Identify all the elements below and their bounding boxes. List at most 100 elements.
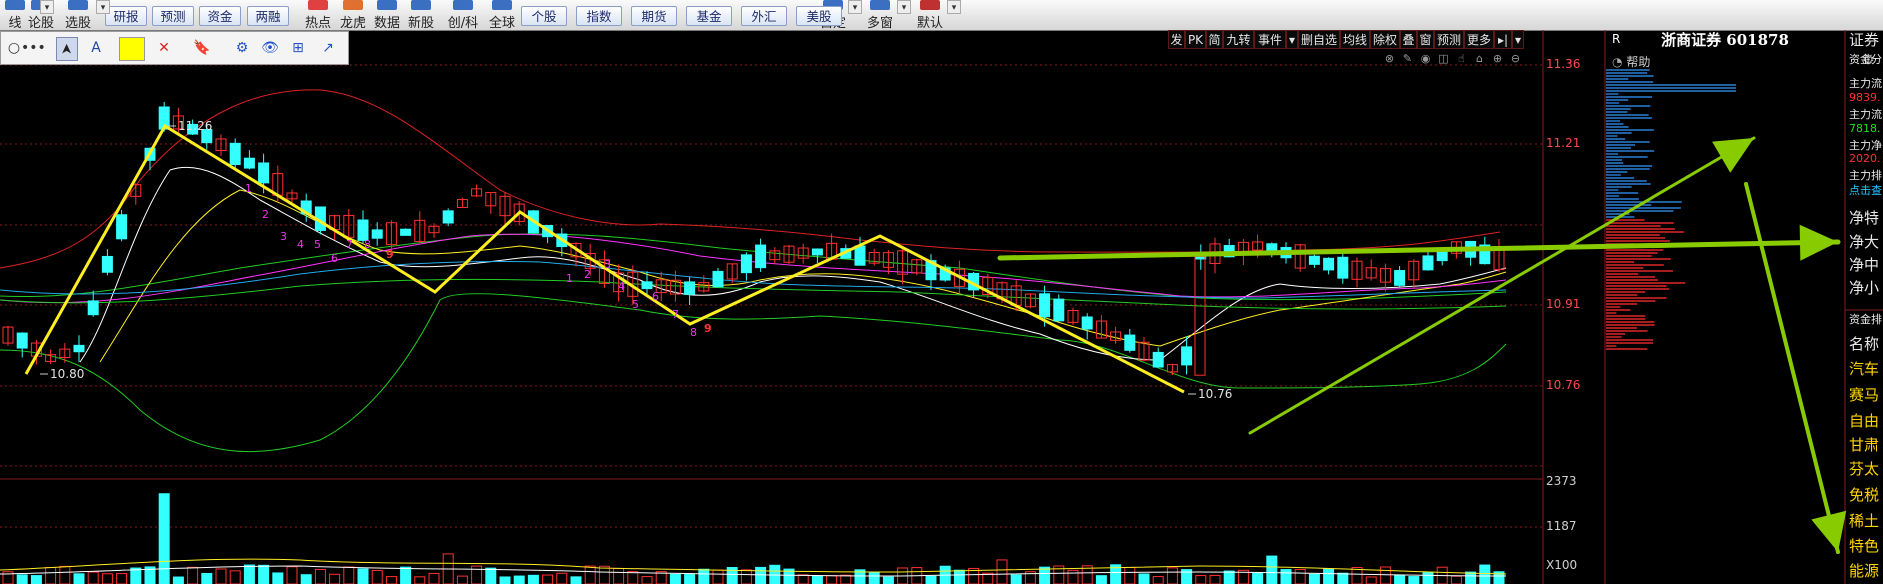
capital-flow-text: 资金分 xyxy=(1849,53,1882,66)
volume-bar xyxy=(1010,574,1022,584)
chart-toolbar-button-14[interactable]: ▾ xyxy=(1512,30,1524,49)
candle-body xyxy=(740,254,752,274)
volume-bar xyxy=(116,573,128,584)
capital-flow-text: 主力排 xyxy=(1849,169,1882,182)
volume-bar xyxy=(1209,574,1221,584)
bookmark-icon[interactable]: 🔖 xyxy=(191,38,213,58)
volume-bar xyxy=(1394,574,1406,584)
cursor-icon[interactable]: ➤ xyxy=(56,37,78,61)
volume-bar xyxy=(1294,569,1306,584)
candle-body xyxy=(229,142,241,166)
help-link[interactable]: ◔ 帮助 xyxy=(1612,53,1650,70)
chart-toolbar-button-13[interactable]: ▸| xyxy=(1494,30,1512,49)
volume-bar xyxy=(371,569,383,584)
volume-bar xyxy=(1308,573,1320,584)
candle-body xyxy=(1039,293,1051,318)
volume-bar xyxy=(329,573,341,584)
volume-bar xyxy=(1408,576,1420,584)
capital-flow-text: 自由 xyxy=(1849,412,1880,430)
volume-bar xyxy=(286,566,298,584)
grid-icon[interactable]: ⊞ xyxy=(287,38,309,58)
volume-bar xyxy=(485,567,497,584)
chart-toolbar-button-0[interactable]: 发 xyxy=(1168,30,1185,49)
delete-icon[interactable]: ✕ xyxy=(153,38,175,58)
volume-bar xyxy=(1166,567,1178,584)
volume-bar xyxy=(414,576,426,584)
nine-turn-label: 6 xyxy=(331,252,338,265)
volume-bar xyxy=(740,569,752,584)
candle-body xyxy=(371,229,383,239)
volume-bar xyxy=(385,576,397,584)
volume-bar xyxy=(882,576,894,584)
volume-bar xyxy=(1039,566,1051,584)
volume-bar xyxy=(584,565,596,584)
gear-icon[interactable]: ⚙ xyxy=(231,38,253,58)
volume-bar xyxy=(669,573,681,584)
chart-toolbar-button-6[interactable]: 删自选 xyxy=(1298,30,1340,49)
color-swatch[interactable] xyxy=(119,37,145,61)
volume-bar xyxy=(556,572,568,584)
chart-toolbar-button-1[interactable]: PK xyxy=(1185,30,1206,49)
share-icon[interactable]: ↗ xyxy=(317,38,339,58)
volume-bar xyxy=(400,566,412,584)
text-tool-icon[interactable]: A xyxy=(85,38,107,58)
volume-bar xyxy=(1124,566,1136,584)
volume-bar xyxy=(811,575,823,584)
volume-bar xyxy=(499,576,511,584)
chart-toolbar-button-8[interactable]: 除权 xyxy=(1370,30,1400,49)
print-icon[interactable]: ◫ xyxy=(1437,52,1450,65)
volume-bar xyxy=(158,493,170,584)
candle-body xyxy=(684,281,696,295)
nine-turn-label: 9 xyxy=(704,322,712,335)
candle-body xyxy=(1323,257,1335,271)
capital-flow-text: 芬太 xyxy=(1849,460,1880,478)
hand-icon[interactable]: ☝ xyxy=(1455,52,1468,65)
home-icon[interactable]: ⌂ xyxy=(1473,52,1486,65)
eye-icon[interactable]: ◉ xyxy=(1419,52,1432,65)
nine-turn-label: 7 xyxy=(346,238,353,251)
volume-bar xyxy=(45,567,57,584)
uptrend-arrow-head xyxy=(1712,138,1754,173)
capital-flow-text: 主力流 xyxy=(1849,108,1882,121)
more-icon[interactable]: ••• xyxy=(21,38,46,58)
chart-toolbar-button-9[interactable]: 叠 xyxy=(1400,30,1417,49)
nine-turn-label: 3 xyxy=(604,258,611,271)
eye-icon[interactable]: 👁 xyxy=(259,38,281,58)
close-circle-icon[interactable]: ⊗ xyxy=(1383,52,1396,65)
chart-toolbar-button-7[interactable]: 均线 xyxy=(1340,30,1370,49)
volume-bar xyxy=(1379,566,1391,584)
nine-turn-label: 5 xyxy=(632,298,639,311)
price-tick-label: 10.76 xyxy=(1546,378,1581,392)
volume-bar xyxy=(172,576,184,584)
volume-bar xyxy=(456,575,468,584)
chart-toolbar-button-12[interactable]: 更多 xyxy=(1464,30,1494,49)
volume-bar xyxy=(201,572,213,584)
pencil-icon[interactable]: ✎ xyxy=(1401,52,1414,65)
volume-bar xyxy=(187,566,199,584)
candle-body xyxy=(1422,255,1434,271)
volume-bar xyxy=(613,567,625,584)
capital-flow-text: 特色 xyxy=(1849,537,1880,555)
volume-bar xyxy=(698,568,710,584)
volume-bar xyxy=(598,565,610,584)
capital-flow-text: 汽车 xyxy=(1849,360,1880,378)
zoom-in-icon[interactable]: ⊕ xyxy=(1491,52,1504,65)
chart-toolbar-button-5[interactable]: ▾ xyxy=(1286,30,1298,49)
volume-bar xyxy=(840,574,852,584)
chart-toolbar-button-3[interactable]: 九转 xyxy=(1223,30,1254,49)
kline-chart[interactable]: 11.2610.8010.761234 567 891 2345678 9 xyxy=(0,0,1883,584)
volume-bar xyxy=(87,571,99,584)
volume-bar xyxy=(343,566,355,584)
chart-toolbar-button-10[interactable]: 窗 xyxy=(1417,30,1434,49)
volume-bar xyxy=(627,571,639,584)
boll-mid-line xyxy=(0,233,1507,301)
capital-flow-text: 赛马 xyxy=(1849,386,1880,404)
chart-toolbar-button-4[interactable]: 事件 xyxy=(1254,30,1286,49)
price-tick-label: 11.21 xyxy=(1546,136,1581,150)
chart-toolbar-button-11[interactable]: 预测 xyxy=(1434,30,1464,49)
zoom-out-icon[interactable]: ⊖ xyxy=(1509,52,1522,65)
volume-bar xyxy=(1337,572,1349,584)
chart-toolbar-button-2[interactable]: 简 xyxy=(1206,30,1223,49)
volume-bar xyxy=(953,569,965,584)
volume-tick-label: 1187 xyxy=(1546,519,1577,533)
